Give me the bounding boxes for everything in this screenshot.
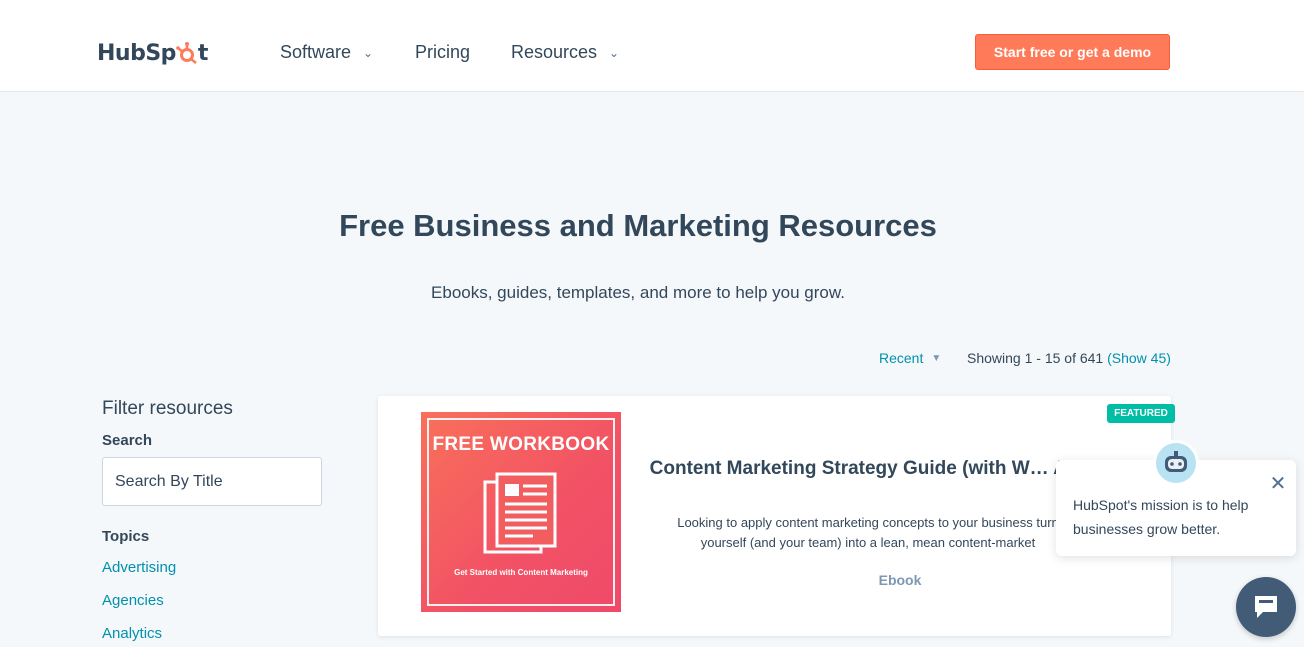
- search-field: [102, 457, 322, 506]
- thumbnail-title: FREE WORKBOOK: [432, 434, 610, 455]
- search-label: Search: [102, 432, 153, 449]
- filter-heading: Filter resources: [102, 398, 233, 419]
- search-input[interactable]: [115, 472, 322, 491]
- topic-link-advertising[interactable]: Advertising: [102, 559, 176, 576]
- hubspot-logo[interactable]: HubSp t: [97, 38, 208, 68]
- resource-description: Looking to apply content marketing conce…: [677, 515, 1059, 550]
- nav-resources[interactable]: Resources ⌄: [511, 42, 619, 63]
- page-subtitle: Ebooks, guides, templates, and more to h…: [431, 283, 845, 302]
- nav-pricing-label: Pricing: [415, 42, 471, 62]
- caret-down-icon: ▼: [931, 352, 942, 364]
- thumbnail-caption: Get Started with Content Marketing: [454, 568, 588, 577]
- document-icon: [483, 472, 557, 554]
- featured-badge: FEATURED: [1107, 404, 1175, 423]
- chat-launcher-button[interactable]: [1236, 577, 1296, 637]
- close-icon[interactable]: ✕: [1268, 474, 1288, 494]
- sort-selected-value: Recent: [879, 350, 924, 366]
- sprocket-icon: [176, 42, 198, 64]
- logo-text: HubSp: [97, 40, 176, 66]
- topic-link-analytics[interactable]: Analytics: [102, 625, 162, 642]
- top-navigation: HubSp t Software ⌄ Pricing Resources ⌄ S…: [0, 0, 1304, 92]
- show-more-link[interactable]: (Show 45): [1107, 350, 1171, 366]
- chat-bubble-icon: [1255, 596, 1277, 618]
- chat-message: HubSpot's mission is to help businesses …: [1073, 497, 1249, 537]
- chevron-down-icon: ⌄: [363, 45, 374, 60]
- nav-software[interactable]: Software ⌄: [280, 42, 373, 63]
- results-count-text: Showing 1 - 15 of 641: [967, 350, 1104, 366]
- chatbot-avatar-icon: [1153, 440, 1199, 486]
- topic-link-agencies[interactable]: Agencies: [102, 592, 164, 609]
- page-title: Free Business and Marketing Resources: [339, 208, 937, 243]
- nav-software-label: Software: [280, 42, 352, 62]
- topics-label: Topics: [102, 528, 150, 545]
- start-free-button[interactable]: Start free or get a demo: [975, 34, 1170, 70]
- chevron-down-icon: ⌄: [609, 45, 620, 60]
- nav-pricing[interactable]: Pricing: [415, 42, 470, 63]
- logo-text-end: t: [197, 40, 209, 66]
- results-count: Showing 1 - 15 of 641 (Show 45): [967, 350, 1171, 366]
- resource-thumbnail[interactable]: FREE WORKBOOK Get Started with Content M…: [421, 412, 621, 612]
- sort-dropdown[interactable]: Recent ▼: [879, 350, 941, 366]
- resource-type: Ebook: [878, 572, 922, 588]
- nav-resources-label: Resources: [511, 42, 598, 62]
